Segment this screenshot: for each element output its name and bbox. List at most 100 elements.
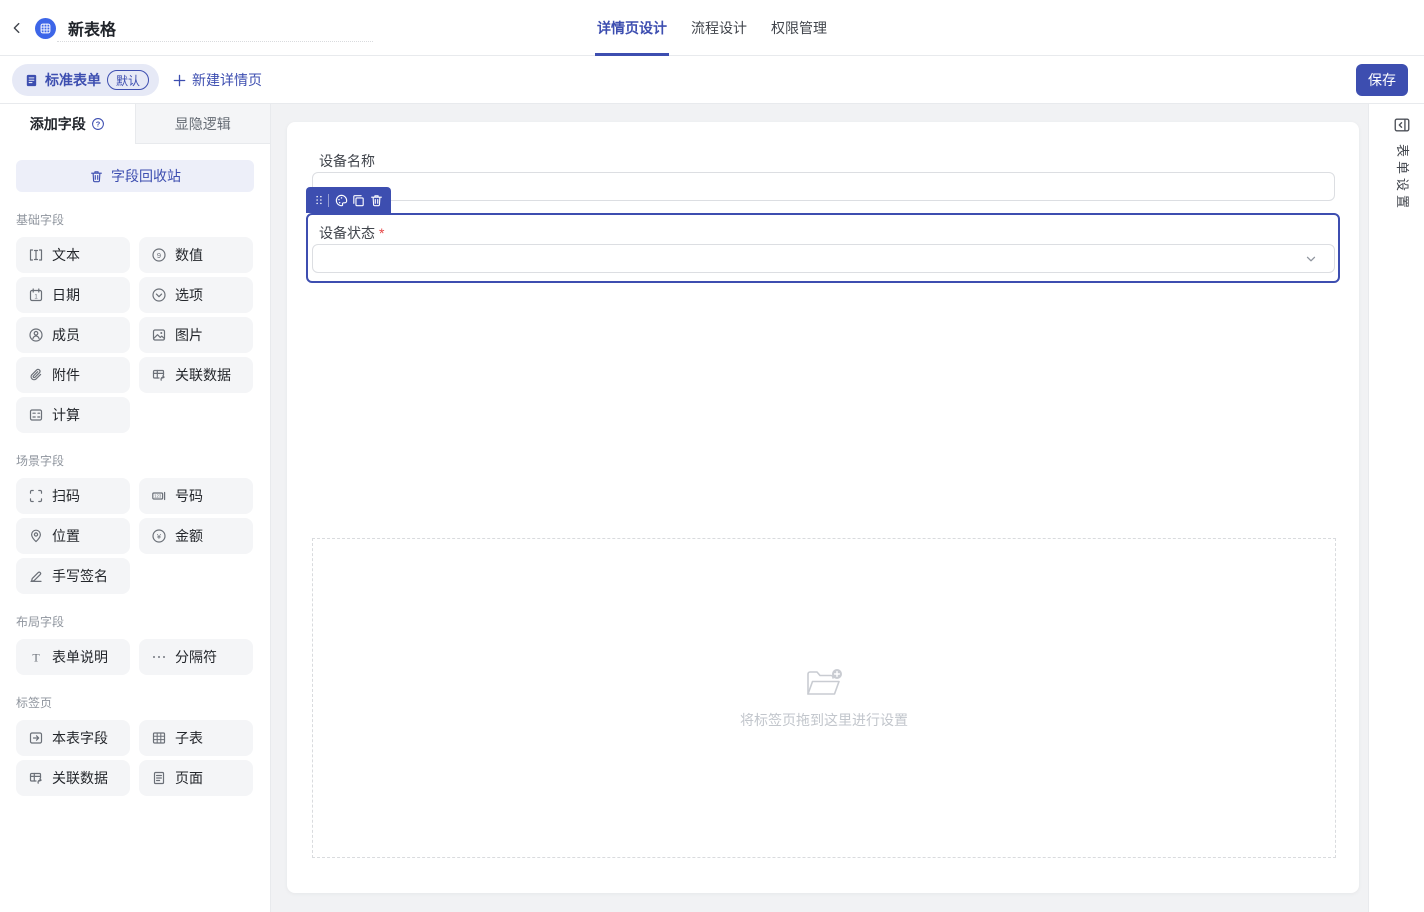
copy-icon[interactable] bbox=[351, 191, 366, 209]
trash-icon[interactable] bbox=[369, 191, 384, 209]
sidebar-body: 字段回收站 基础字段 文本 9数值 1日期 选项 成员 图片 附件 关联数据 计… bbox=[0, 144, 270, 796]
design-canvas-area: 设备名称 设备状态* 将标签页拖到这里进行设置 bbox=[271, 104, 1368, 912]
field-label-device-name: 设备名称 bbox=[319, 151, 375, 171]
field-item-date[interactable]: 1日期 bbox=[16, 277, 130, 313]
default-badge: 默认 bbox=[107, 70, 149, 90]
drag-handle-icon[interactable] bbox=[313, 191, 325, 209]
text-field-icon bbox=[28, 247, 44, 263]
header-left: 新表格 bbox=[6, 0, 116, 56]
tab-page-dropzone[interactable]: 将标签页拖到这里进行设置 bbox=[312, 538, 1336, 858]
form-settings-label[interactable]: 表单设置 bbox=[1394, 144, 1413, 212]
svg-text:9: 9 bbox=[157, 251, 161, 260]
field-item-member[interactable]: 成员 bbox=[16, 317, 130, 353]
selected-field-device-status[interactable]: 设备状态* bbox=[306, 213, 1340, 283]
field-item-scan[interactable]: 扫码 bbox=[16, 478, 130, 514]
back-button[interactable] bbox=[6, 17, 28, 39]
subtable-field-icon bbox=[151, 730, 167, 746]
date-field-icon: 1 bbox=[28, 287, 44, 303]
option-field-icon bbox=[151, 287, 167, 303]
field-item-text[interactable]: 文本 bbox=[16, 237, 130, 273]
folder-plus-icon bbox=[804, 666, 844, 700]
tab-flow-design[interactable]: 流程设计 bbox=[689, 0, 749, 56]
scan-field-icon bbox=[28, 488, 44, 504]
standard-form-pill[interactable]: 标准表单 默认 bbox=[12, 64, 159, 96]
device-name-input[interactable] bbox=[312, 172, 1335, 201]
section-title-scene-fields: 场景字段 bbox=[16, 452, 254, 469]
field-item-number[interactable]: 9数值 bbox=[139, 237, 253, 273]
new-detail-page-button[interactable]: 新建详情页 bbox=[172, 64, 262, 96]
form-canvas: 设备名称 设备状态* 将标签页拖到这里进行设置 bbox=[287, 122, 1359, 893]
required-asterisk: * bbox=[379, 225, 384, 241]
member-field-icon bbox=[28, 327, 44, 343]
this-table-field-icon bbox=[28, 730, 44, 746]
signature-field-icon bbox=[28, 568, 44, 584]
tab-detail-page-design[interactable]: 详情页设计 bbox=[595, 0, 669, 56]
field-item-location[interactable]: 位置 bbox=[16, 518, 130, 554]
page-field-icon bbox=[151, 770, 167, 786]
tab-add-field[interactable]: 添加字段 ? bbox=[0, 104, 135, 144]
field-item-this-table[interactable]: 本表字段 bbox=[16, 720, 130, 756]
selected-field-toolbar bbox=[306, 187, 391, 213]
number-field-icon: 9 bbox=[151, 247, 167, 263]
form-designer-app: 新表格 详情页设计 流程设计 权限管理 标准表单 默认 新建详情页 保存 添加字… bbox=[0, 0, 1424, 912]
linked-data-field-icon bbox=[151, 367, 167, 383]
svg-text:T: T bbox=[32, 650, 40, 664]
chevron-left-icon bbox=[10, 21, 24, 35]
number-plate-field-icon: 123 bbox=[151, 488, 167, 504]
form-settings-panel: 表单设置 bbox=[1368, 104, 1424, 912]
field-label-device-status: 设备状态* bbox=[319, 223, 384, 243]
app-grid-icon[interactable] bbox=[35, 18, 56, 39]
toolbar-separator bbox=[328, 194, 329, 207]
trash-icon bbox=[89, 169, 104, 184]
field-item-page[interactable]: 页面 bbox=[139, 760, 253, 796]
field-item-linked-data[interactable]: 关联数据 bbox=[139, 357, 253, 393]
tab-page-field-grid: 本表字段 子表 关联数据 页面 bbox=[16, 720, 254, 796]
question-circle-icon[interactable]: ? bbox=[91, 117, 105, 131]
form-title[interactable]: 新表格 bbox=[68, 16, 116, 40]
field-sidebar: 添加字段 ? 显隐逻辑 字段回收站 基础字段 文本 9数值 1日期 选项 成员 … bbox=[0, 104, 271, 912]
header: 新表格 详情页设计 流程设计 权限管理 bbox=[0, 0, 1424, 56]
tab-permission-management[interactable]: 权限管理 bbox=[769, 0, 829, 56]
header-tabs: 详情页设计 流程设计 权限管理 bbox=[0, 0, 1424, 56]
svg-text:?: ? bbox=[95, 120, 100, 129]
dropzone-hint-text: 将标签页拖到这里进行设置 bbox=[740, 710, 908, 730]
section-title-tab-page: 标签页 bbox=[16, 694, 254, 711]
field-item-calc[interactable]: 计算 bbox=[16, 397, 130, 433]
save-button[interactable]: 保存 bbox=[1356, 64, 1408, 96]
location-field-icon bbox=[28, 528, 44, 544]
field-item-option[interactable]: 选项 bbox=[139, 277, 253, 313]
field-item-divider[interactable]: 分隔符 bbox=[139, 639, 253, 675]
sidebar-tabs: 添加字段 ? 显隐逻辑 bbox=[0, 104, 270, 144]
detail-page-toolbar: 标准表单 默认 新建详情页 保存 bbox=[0, 56, 1424, 104]
field-item-image[interactable]: 图片 bbox=[139, 317, 253, 353]
device-status-select[interactable] bbox=[312, 244, 1335, 273]
field-recycle-bin-button[interactable]: 字段回收站 bbox=[16, 160, 254, 192]
field-item-subtable[interactable]: 子表 bbox=[139, 720, 253, 756]
collapse-panel-icon[interactable] bbox=[1393, 116, 1411, 134]
form-doc-icon bbox=[24, 73, 39, 88]
svg-text:123: 123 bbox=[154, 494, 162, 499]
form-note-field-icon: T bbox=[28, 649, 44, 665]
field-item-money[interactable]: ¥金额 bbox=[139, 518, 253, 554]
plus-icon bbox=[172, 73, 187, 88]
layout-field-grid: T表单说明 分隔符 bbox=[16, 639, 254, 675]
field-item-form-note[interactable]: T表单说明 bbox=[16, 639, 130, 675]
title-edit-underline bbox=[57, 41, 373, 42]
image-field-icon bbox=[151, 327, 167, 343]
scene-field-grid: 扫码 123号码 位置 ¥金额 手写签名 bbox=[16, 478, 254, 594]
palette-icon[interactable] bbox=[334, 191, 349, 209]
svg-text:1: 1 bbox=[34, 295, 38, 301]
tab-show-hide-logic[interactable]: 显隐逻辑 bbox=[135, 104, 271, 144]
linked-data-field-icon bbox=[28, 770, 44, 786]
field-item-attachment[interactable]: 附件 bbox=[16, 357, 130, 393]
field-item-linked-data-tab[interactable]: 关联数据 bbox=[16, 760, 130, 796]
money-field-icon: ¥ bbox=[151, 528, 167, 544]
form-pill-label: 标准表单 bbox=[45, 70, 101, 90]
field-item-signature[interactable]: 手写签名 bbox=[16, 558, 130, 594]
calc-field-icon bbox=[28, 407, 44, 423]
field-item-number-plate[interactable]: 123号码 bbox=[139, 478, 253, 514]
svg-text:¥: ¥ bbox=[157, 532, 162, 541]
attachment-field-icon bbox=[28, 367, 44, 383]
chevron-down-icon bbox=[1303, 251, 1319, 267]
section-title-layout-fields: 布局字段 bbox=[16, 613, 254, 630]
